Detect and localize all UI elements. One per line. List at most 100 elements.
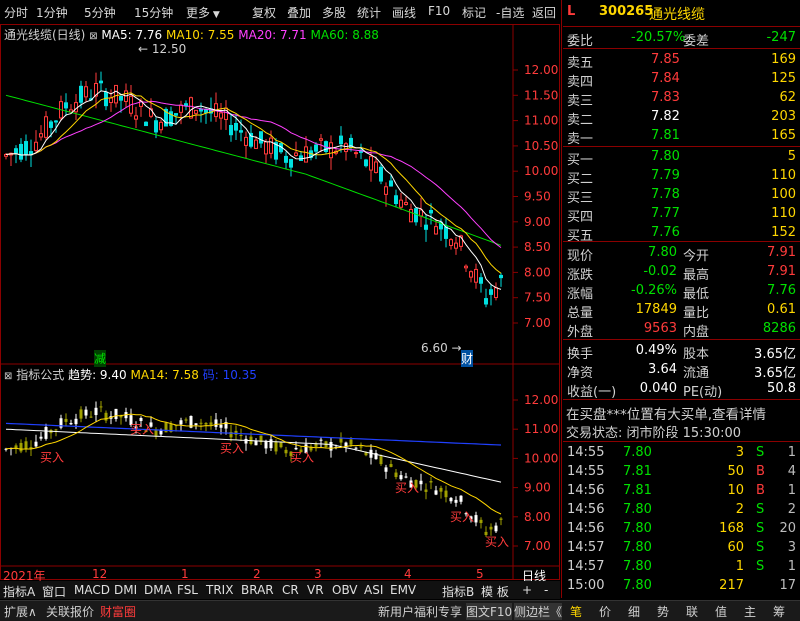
candle-body — [19, 143, 23, 160]
tab-dmi[interactable]: DMI — [114, 583, 137, 597]
toolbar-f10-button[interactable]: F10 — [428, 4, 450, 18]
stat-row: 总量 17849 量比 0.61 — [563, 301, 800, 321]
value-icon[interactable]: 值 — [715, 603, 727, 620]
time-label-2: 2 — [253, 567, 261, 581]
tab-asi[interactable]: ASI — [364, 583, 383, 597]
tab-emv[interactable]: EMV — [390, 583, 416, 597]
stat-label: 量比 — [683, 306, 710, 321]
tab-obv[interactable]: OBV — [332, 583, 358, 597]
tab-fsl[interactable]: FSL — [177, 583, 198, 597]
quote-flag: L — [567, 4, 576, 19]
ind-candle-body — [54, 429, 58, 431]
toolbar-fuquan-button[interactable]: 复权 — [252, 4, 276, 21]
ind-candle-body — [349, 439, 353, 445]
toolbar-stats-button[interactable]: 统计 — [357, 4, 381, 21]
indicator-title[interactable]: 指标公式 — [16, 368, 64, 382]
event-marker-jian[interactable]: 减 — [94, 350, 107, 367]
tab-indicator-b[interactable]: 指标B — [442, 583, 474, 600]
stat-label: PE(动) — [683, 385, 723, 400]
main-chart-header: 通光线缆(日线) ⊠ MA5: 7.76 MA10: 7.55 MA20: 7.… — [4, 26, 379, 43]
toolbar-draw-button[interactable]: 画线 — [392, 4, 416, 21]
toolbar-1min-button[interactable]: 1分钟 — [36, 4, 68, 21]
candle-body — [284, 155, 288, 163]
y-tick-label: 9.00 — [524, 215, 551, 229]
event-marker-cai[interactable]: 财 — [461, 350, 474, 367]
high-price-label: ← 12.50 — [138, 42, 187, 56]
ask-row: 卖一 7.81 165 — [563, 127, 800, 147]
bid-volume: 110 — [771, 206, 796, 221]
toolbar-overlay-button[interactable]: 叠加 — [287, 4, 311, 21]
tick-row: 14:57 7.80 1 S 1 — [563, 558, 800, 577]
candle-body — [174, 113, 178, 116]
tab-indicator-a[interactable]: 指标A — [3, 583, 35, 600]
tab-template[interactable]: 模 板 — [481, 583, 509, 600]
bid-label: 买一 — [567, 153, 594, 168]
stat-label: 股本 — [683, 347, 710, 362]
candle-body — [409, 208, 413, 223]
trade-status: 交易状态: 闭市阶段 15:30:00 — [566, 426, 742, 441]
ask-row: 卖四 7.84 125 — [563, 70, 800, 90]
bid-price: 7.79 — [651, 168, 680, 183]
big-order-notice[interactable]: 在买盘***位置有大买单,查看详情 — [566, 403, 766, 423]
collapse-icon[interactable]: ⊠ — [4, 371, 12, 382]
tick-volume: 3 — [735, 445, 744, 460]
sidebar-toggle-button[interactable]: 侧边栏《 — [514, 603, 563, 620]
candle-body — [369, 155, 373, 171]
stat-label: 流通 — [683, 366, 710, 381]
toolbar-multistock-button[interactable]: 多股 — [322, 4, 346, 21]
tab-window[interactable]: 窗口 — [42, 583, 66, 600]
tab-vr[interactable]: VR — [307, 583, 324, 597]
ask-row: 卖二 7.82 203 — [563, 108, 800, 128]
tab-macd[interactable]: MACD — [74, 583, 110, 597]
stat-row: 换手 0.49% 股本 3.65亿 — [563, 342, 800, 362]
candle-body — [379, 166, 383, 182]
indicator-header: ⊠ 指标公式 趋势: 9.40 MA14: 7.58 码: 10.35 — [4, 366, 257, 383]
tick-time: 14:55 — [567, 445, 605, 460]
tab-brar[interactable]: BRAR — [241, 583, 274, 597]
candle-body — [399, 199, 403, 208]
stat-label: 净资 — [567, 366, 594, 381]
expand-button[interactable]: 扩展∧ — [4, 603, 37, 620]
toolbar-more-button[interactable]: 更多 ▼ — [186, 4, 220, 21]
toolbar-remove-watchlist-button[interactable]: -自选 — [496, 4, 524, 21]
price-icon[interactable]: 价 — [599, 603, 611, 620]
toolbar-5min-button[interactable]: 5分钟 — [84, 4, 116, 21]
chips-icon[interactable]: 筹 — [773, 603, 785, 620]
stat-value: -0.26% — [631, 283, 677, 298]
main-icon[interactable]: 主 — [744, 603, 756, 620]
buy-signal-label: 买入 — [40, 450, 64, 464]
wealth-circle-button[interactable]: 财富圈 — [100, 603, 136, 620]
tab-dma[interactable]: DMA — [144, 583, 172, 597]
collapse-icon[interactable]: ⊠ — [89, 31, 97, 42]
time-label-12: 12 — [92, 567, 108, 581]
new-user-benefits-link[interactable]: 新用户福利专享 — [378, 603, 462, 620]
y-tick-label: 11.00 — [524, 422, 558, 436]
trend-icon[interactable]: 势 — [657, 603, 669, 620]
remove-tab-button[interactable]: - — [544, 583, 548, 597]
ind-candle-body — [39, 436, 43, 439]
ind-candle-body — [239, 435, 243, 437]
tab-trix[interactable]: TRIX — [206, 583, 233, 597]
toolbar-mark-button[interactable]: 标记 — [462, 4, 486, 21]
tab-cr[interactable]: CR — [282, 583, 299, 597]
candle-body — [234, 122, 238, 131]
candle-body — [469, 271, 473, 278]
related-quotes-button[interactable]: 关联报价 — [46, 603, 94, 620]
bid-volume: 152 — [771, 225, 796, 240]
ind-candle-body — [84, 409, 88, 416]
link-icon[interactable]: 联 — [686, 603, 698, 620]
tick-icon[interactable]: 笔 — [570, 603, 582, 620]
candle-body — [114, 84, 118, 104]
kline-chart[interactable]: 12.00 11.50 11.00 10.50 10.00 9.50 9.00 8.50 8.0… — [0, 24, 560, 580]
f10-graphic-button[interactable]: 图文F10 — [466, 603, 513, 620]
add-tab-button[interactable]: + — [522, 583, 532, 597]
detail-icon[interactable]: 细 — [628, 603, 640, 620]
toolbar-15min-button[interactable]: 15分钟 — [134, 4, 173, 21]
toolbar-1min-tab[interactable]: 分时 — [4, 4, 28, 21]
candle-body — [429, 209, 433, 214]
tick-count: 1 — [787, 445, 796, 460]
tick-count: 1 — [787, 559, 796, 574]
toolbar-back-button[interactable]: 返回 — [532, 4, 556, 21]
candle-body — [44, 116, 48, 138]
bid-volume: 110 — [771, 168, 796, 183]
